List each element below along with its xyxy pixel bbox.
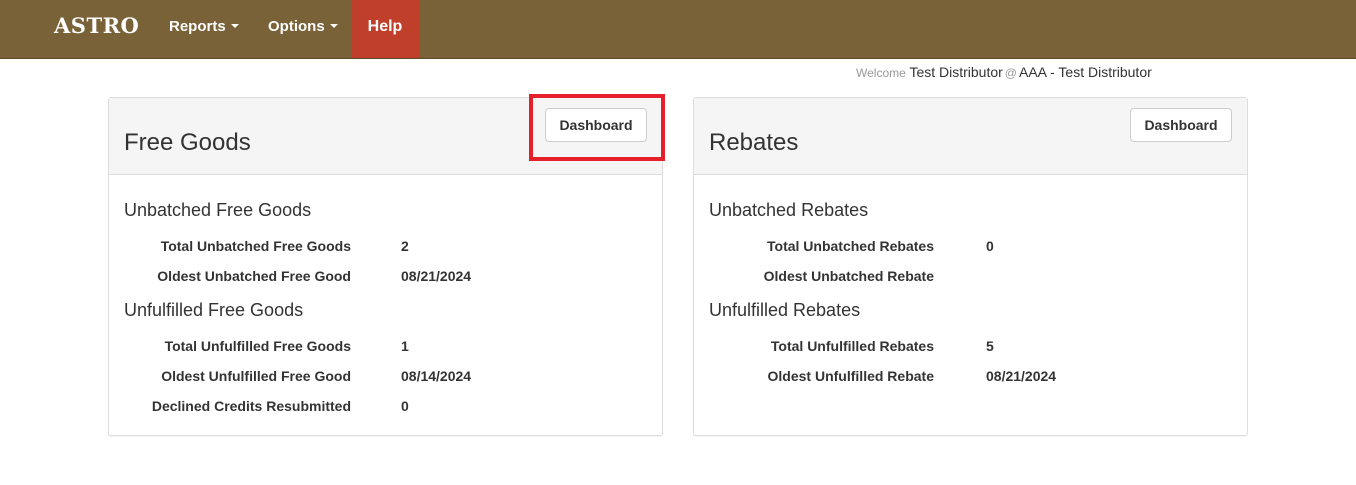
unbatched-rebates-title: Unbatched Rebates [709, 200, 869, 220]
welcome-at: @ [1004, 66, 1017, 80]
nav-reports-label: Reports [169, 18, 226, 35]
unfulfilled-rebates-title: Unfulfilled Rebates [709, 300, 861, 320]
nav-reports-dropdown[interactable]: Reports [169, 0, 239, 58]
rebates-panel: Rebates Dashboard Unbatched Rebates Tota… [693, 97, 1248, 436]
stat-value: 0 [401, 398, 409, 414]
nav-options-dropdown[interactable]: Options [268, 0, 338, 58]
welcome-prefix: Welcome [856, 66, 906, 80]
stat-value: 5 [986, 338, 994, 354]
stat-label: Oldest Unfulfilled Rebate [767, 368, 934, 384]
stat-label: Declined Credits Resubmitted [151, 398, 351, 414]
caret-down-icon [230, 24, 239, 29]
stat-label: Total Unbatched Rebates [767, 238, 934, 254]
stat-label: Oldest Unbatched Free Good [157, 268, 351, 284]
nav-help-link[interactable]: Help [351, 0, 419, 58]
brand-logo[interactable]: ASTRO [54, 14, 139, 38]
welcome-company: AAA - Test Distributor [1018, 64, 1152, 80]
rebates-dashboard-button[interactable]: Dashboard [1130, 108, 1232, 142]
stat-value: 08/14/2024 [401, 368, 472, 384]
stat-value: 2 [401, 238, 409, 254]
stat-label: Total Unbatched Free Goods [160, 238, 351, 254]
stat-value: 08/21/2024 [986, 368, 1057, 384]
unbatched-free-goods-title: Unbatched Free Goods [124, 200, 312, 220]
rebates-title: Rebates [709, 129, 799, 156]
stat-value: 0 [986, 238, 994, 254]
welcome-user: Test Distributor [909, 64, 1003, 80]
free-goods-title: Free Goods [124, 129, 251, 156]
unfulfilled-free-goods-title: Unfulfilled Free Goods [124, 300, 304, 320]
rebates-panel-heading: Rebates Dashboard [694, 98, 1247, 175]
stat-value: 1 [401, 338, 409, 354]
top-navbar: ASTRO Reports Options Help [0, 0, 1356, 59]
stat-label: Total Unfulfilled Rebates [770, 338, 934, 354]
stat-label: Oldest Unfulfilled Free Good [161, 368, 351, 384]
stat-label: Total Unfulfilled Free Goods [164, 338, 351, 354]
welcome-message: Welcome Test Distributor @ AAA - Test Dist… [856, 64, 1152, 80]
free-goods-dashboard-button[interactable]: Dashboard [545, 108, 647, 142]
free-goods-panel: Free Goods Dashboard Unbatched Free Good… [108, 97, 663, 436]
free-goods-panel-heading: Free Goods Dashboard [109, 98, 662, 175]
nav-options-label: Options [268, 18, 325, 35]
stat-value: 08/21/2024 [401, 268, 472, 284]
caret-down-icon [329, 24, 338, 29]
stat-label: Oldest Unbatched Rebate [763, 268, 934, 284]
